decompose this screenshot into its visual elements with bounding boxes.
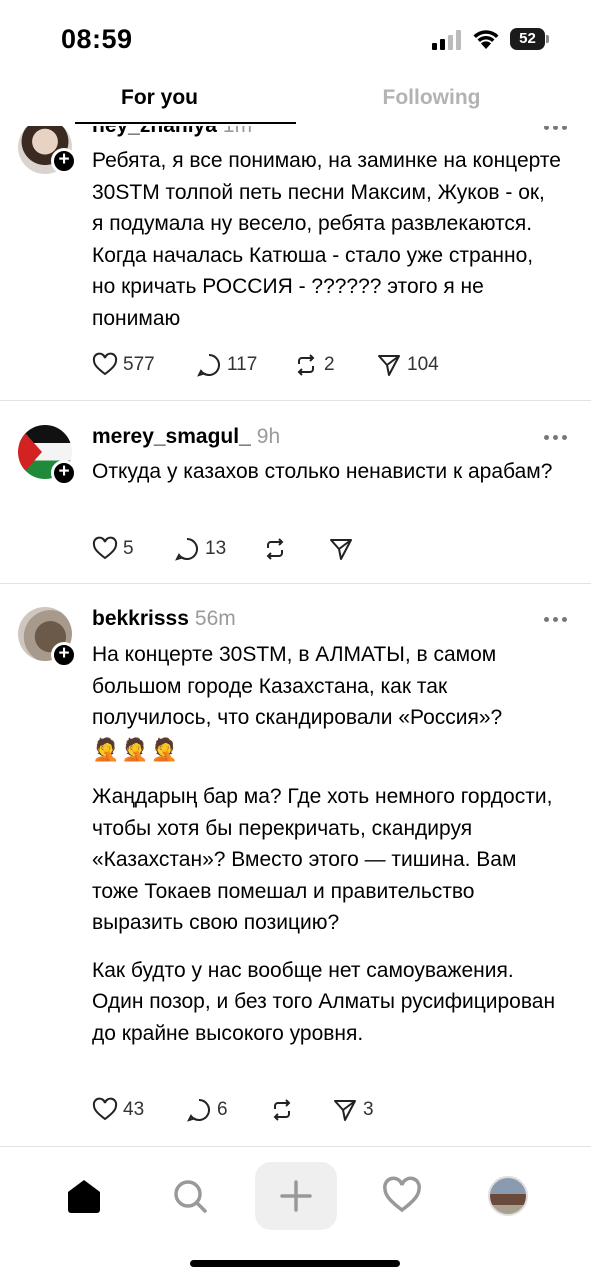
- nav-search[interactable]: [170, 1176, 210, 1216]
- reply-button[interactable]: 13: [174, 534, 226, 564]
- like-count: 577: [123, 354, 155, 375]
- feed-tabs: For you Following: [0, 78, 591, 126]
- heart-icon: [383, 1176, 421, 1213]
- share-count: 3: [363, 1099, 374, 1120]
- share-button[interactable]: [328, 534, 354, 564]
- post-actions: 577 117 2 104: [92, 350, 492, 380]
- follow-plus-button[interactable]: +: [51, 460, 77, 486]
- divider: [0, 1146, 591, 1147]
- reply-button[interactable]: 117: [196, 350, 257, 380]
- post-text: На концерте 30STM, в АЛМАТЫ, в самом бол…: [92, 639, 562, 1049]
- plus-icon: [280, 1180, 312, 1212]
- feed[interactable]: + ney_zhaniya1m Ребята, я все понимаю, н…: [0, 0, 591, 1150]
- profile-avatar[interactable]: [488, 1176, 528, 1216]
- username[interactable]: bekkrisss: [92, 607, 189, 630]
- heart-icon: [92, 536, 118, 560]
- reply-count: 6: [217, 1099, 228, 1120]
- ellipsis-icon[interactable]: [544, 435, 568, 443]
- post-paragraph: Ребята, я все понимаю, на заминке на кон…: [92, 149, 561, 330]
- post[interactable]: + merey_smagul_ 9h Откуда у казахов столь…: [0, 410, 591, 582]
- facepalm-emoji: 🤦🤦🤦: [92, 736, 181, 762]
- post-time: 9h: [256, 425, 281, 448]
- speech-bubble-icon: [187, 1099, 210, 1122]
- post-time: 56m: [194, 607, 236, 630]
- post[interactable]: + bekkrisss 56m На концерте 30STM, в АЛМА…: [0, 592, 591, 1147]
- like-button[interactable]: 5: [92, 534, 134, 564]
- nav-create-button[interactable]: [255, 1162, 337, 1230]
- send-icon: [330, 539, 352, 560]
- like-count: 43: [123, 1099, 145, 1120]
- send-icon: [378, 355, 400, 376]
- repost-button[interactable]: [269, 1095, 295, 1125]
- username[interactable]: merey_smagul_: [92, 425, 251, 448]
- post-paragraph: На концерте 30STM, в АЛМАТЫ, в самом бол…: [92, 643, 503, 729]
- share-count: 104: [407, 354, 439, 375]
- share-button[interactable]: 3: [332, 1095, 374, 1125]
- post-paragraph: Как будто у нас вообще нет самоуважения.…: [92, 958, 556, 1045]
- home-indicator: [190, 1260, 400, 1267]
- send-icon: [334, 1100, 356, 1121]
- share-button[interactable]: 104: [376, 350, 439, 380]
- repost-button[interactable]: [262, 534, 288, 564]
- post-paragraph: Откуда у казахов столько ненависти к ара…: [92, 460, 553, 483]
- nav-activity[interactable]: [382, 1176, 422, 1216]
- post-text: Ребята, я все понимаю, на заминке на кон…: [92, 145, 562, 334]
- divider: [0, 583, 591, 584]
- reply-count: 13: [205, 538, 227, 559]
- tab-for-you[interactable]: For you: [12, 86, 307, 110]
- search-icon: [174, 1180, 207, 1213]
- heart-icon: [92, 1097, 118, 1121]
- post[interactable]: + ney_zhaniya1m Ребята, я все понимаю, н…: [0, 110, 591, 400]
- heart-icon: [92, 352, 118, 376]
- tab-following[interactable]: Following: [284, 86, 579, 110]
- post-paragraph: Жаңдарың бар ма? Где хоть немного гордос…: [92, 785, 553, 934]
- ellipsis-icon[interactable]: [544, 125, 568, 133]
- nav-home[interactable]: [64, 1176, 104, 1216]
- speech-bubble-icon: [197, 354, 220, 377]
- divider: [0, 400, 591, 401]
- ellipsis-icon[interactable]: [544, 617, 568, 625]
- repost-icon: [273, 1099, 291, 1121]
- active-tab-indicator: [75, 122, 296, 124]
- like-count: 5: [123, 538, 134, 559]
- repost-count: 2: [324, 354, 335, 375]
- follow-plus-button[interactable]: +: [51, 148, 77, 174]
- follow-plus-button[interactable]: +: [51, 642, 77, 668]
- post-actions: 43 6 3: [92, 1095, 492, 1125]
- home-icon: [68, 1180, 100, 1213]
- repost-icon: [266, 538, 284, 560]
- repost-icon: [297, 354, 315, 376]
- post-text: Откуда у казахов столько ненависти к ара…: [92, 456, 562, 488]
- speech-bubble-icon: [175, 538, 198, 561]
- like-button[interactable]: 577: [92, 350, 155, 380]
- repost-button[interactable]: 2: [293, 350, 335, 380]
- like-button[interactable]: 43: [92, 1095, 144, 1125]
- reply-button[interactable]: 6: [186, 1095, 228, 1125]
- bottom-nav: [0, 1150, 591, 1280]
- post-actions: 5 13: [92, 534, 492, 564]
- reply-count: 117: [227, 354, 258, 375]
